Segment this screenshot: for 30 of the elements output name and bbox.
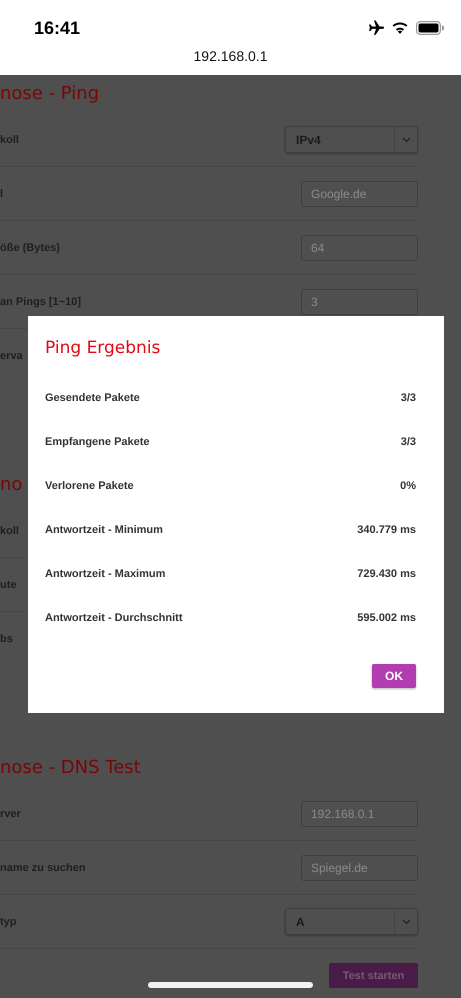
result-label: Antwortzeit - Maximum: [45, 568, 166, 580]
result-label: Verlorene Pakete: [45, 480, 134, 492]
input-field[interactable]: 64: [301, 234, 418, 260]
result-label: Gesendete Pakete: [45, 392, 140, 404]
clock-time: 16:41: [34, 18, 80, 38]
result-value: 340.779 ms: [357, 524, 416, 536]
result-value: 3/3: [400, 392, 416, 404]
section-heading: no: [0, 473, 22, 497]
result-label: Antwortzeit - Minimum: [45, 524, 163, 536]
input-field[interactable]: 192.168.0.1: [301, 800, 418, 826]
input-field[interactable]: 3: [301, 288, 418, 314]
dialog-title: Ping Ergebnis: [45, 338, 160, 358]
battery-icon: [416, 21, 444, 35]
result-value: 595.002 ms: [357, 612, 416, 624]
result-value: 3/3: [400, 436, 416, 448]
airplane-icon: [366, 20, 384, 36]
input-field[interactable]: Spiegel.de: [301, 854, 418, 880]
wifi-icon: [392, 22, 408, 34]
input-field[interactable]: Google.de: [301, 180, 418, 206]
result-value: 729.430 ms: [357, 568, 416, 580]
start-button[interactable]: Test starten: [329, 963, 418, 988]
result-label: Antwortzeit - Durchschnitt: [45, 612, 182, 624]
chevron-icon: [402, 918, 410, 924]
address-url[interactable]: 192.168.0.1: [186, 48, 276, 64]
result-label: Empfangene Pakete: [45, 436, 150, 448]
section-heading: nose - DNS Test: [0, 756, 141, 780]
result-value: 0%: [400, 480, 416, 492]
chevron-icon: [402, 136, 410, 142]
ok-button[interactable]: OK: [372, 664, 416, 688]
section-heading: nose - Ping: [0, 82, 100, 106]
